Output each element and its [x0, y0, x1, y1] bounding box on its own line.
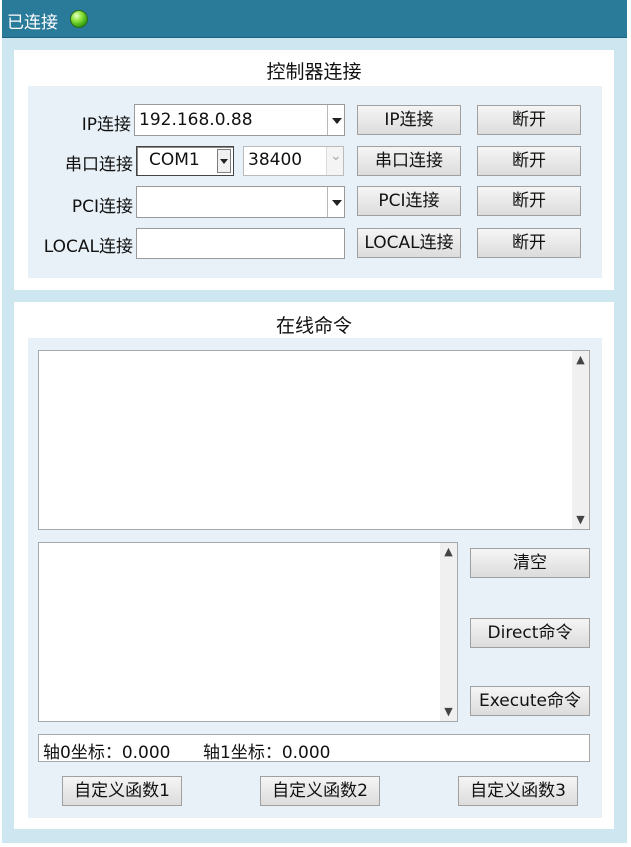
scroll-up-icon[interactable]: ▲ [572, 351, 589, 369]
local-label: LOCAL连接 [43, 237, 133, 257]
baud-rate-value: 38400 [248, 150, 303, 170]
scroll-down-icon[interactable]: ▼ [440, 703, 457, 721]
panel-title: 控制器连接 [266, 61, 362, 83]
connection-group: IP连接 192.168.0.88 IP连接 断开 串口连接 COM1 3840… [28, 86, 602, 278]
scroll-up-icon[interactable]: ▲ [440, 543, 457, 561]
execute-command-button[interactable]: Execute命令 [470, 686, 590, 716]
pci-label: PCI连接 [71, 197, 133, 217]
axis0-coordinate: 轴0坐标：0.000 [43, 743, 171, 763]
direct-command-button[interactable]: Direct命令 [470, 618, 590, 648]
pci-disconnect-button[interactable]: 断开 [477, 186, 581, 216]
custom-function-2-button[interactable]: 自定义函数2 [260, 776, 380, 806]
input-scrollbar[interactable]: ▲ ▼ [440, 543, 457, 721]
com-port-value: COM1 [149, 150, 200, 170]
com-port-select[interactable]: COM1 [136, 146, 234, 176]
chevron-down-icon[interactable] [217, 149, 231, 173]
app-window: 已连接 控制器连接 IP连接 192.168.0.88 IP连接 断开 串口连接… [2, 0, 627, 843]
serial-label: 串口连接 [65, 155, 133, 175]
command-output-area[interactable]: ▲ ▼ [38, 350, 590, 530]
serial-disconnect-button[interactable]: 断开 [477, 146, 581, 176]
serial-connect-button[interactable]: 串口连接 [357, 146, 461, 176]
local-disconnect-button[interactable]: 断开 [477, 228, 581, 258]
ip-label: IP连接 [81, 115, 131, 135]
custom-function-3-button[interactable]: 自定义函数3 [458, 776, 578, 806]
axis-coordinates-bar: 轴0坐标：0.000 轴1坐标：0.000 [38, 734, 590, 763]
baud-rate-select[interactable]: 38400 [243, 146, 344, 176]
clear-button[interactable]: 清空 [470, 548, 590, 578]
command-input-area[interactable]: ▲ ▼ [38, 542, 458, 722]
axis1-coordinate: 轴1坐标：0.000 [203, 743, 331, 763]
panel-title: 在线命令 [275, 315, 352, 337]
online-command-panel: 在线命令 ▲ ▼ ▲ ▼ 清空 Direct命令 Execute命令 轴0坐标：… [14, 302, 614, 829]
scroll-down-icon[interactable]: ▼ [572, 511, 589, 529]
controller-connection-panel: 控制器连接 IP连接 192.168.0.88 IP连接 断开 串口连接 COM… [14, 50, 614, 290]
title-bar: 已连接 [2, 0, 627, 38]
ip-connect-button[interactable]: IP连接 [357, 105, 461, 135]
chevron-down-icon[interactable] [327, 187, 344, 217]
command-group: ▲ ▼ ▲ ▼ 清空 Direct命令 Execute命令 轴0坐标：0.000… [28, 338, 602, 818]
pci-connect-button[interactable]: PCI连接 [357, 186, 461, 216]
chevron-down-icon[interactable] [326, 147, 343, 175]
pci-combo[interactable] [136, 186, 345, 218]
connection-status-text: 已连接 [7, 13, 58, 33]
chevron-down-icon[interactable] [327, 105, 344, 135]
custom-function-1-button[interactable]: 自定义函数1 [62, 776, 182, 806]
status-led-icon [70, 10, 88, 28]
ip-disconnect-button[interactable]: 断开 [477, 105, 581, 135]
local-input[interactable] [136, 228, 345, 259]
ip-address-combo[interactable]: 192.168.0.88 [134, 104, 345, 136]
output-scrollbar[interactable]: ▲ ▼ [572, 351, 589, 529]
ip-address-value: 192.168.0.88 [139, 110, 253, 130]
local-connect-button[interactable]: LOCAL连接 [357, 228, 461, 258]
